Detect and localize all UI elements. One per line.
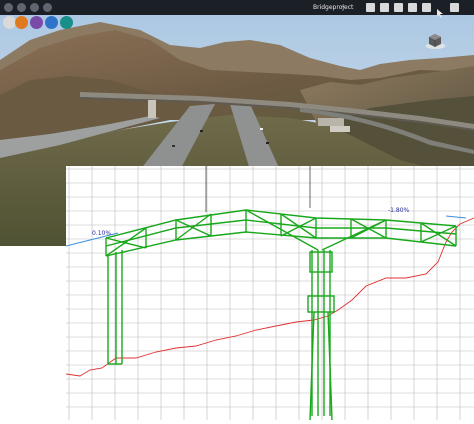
expand-icon[interactable] <box>450 3 459 12</box>
truss-structure <box>105 209 457 421</box>
layer-purple-button[interactable] <box>30 16 43 29</box>
right-slope-label: -1.80% <box>388 207 410 214</box>
layer-orange-button[interactable] <box>15 16 28 29</box>
layer-teal-button[interactable] <box>60 16 73 29</box>
view-cube-icon[interactable] <box>425 34 446 49</box>
pointer-icon[interactable] <box>436 3 445 18</box>
home-icon[interactable] <box>4 3 13 12</box>
profile-canvas: 0.10% -1.80% <box>65 166 474 421</box>
settings-icon[interactable] <box>30 3 39 12</box>
project-dropdown-icon[interactable]: ▾ <box>342 3 345 12</box>
profile-grid <box>66 166 474 420</box>
project-name[interactable]: Bridgeproject <box>313 3 353 12</box>
share-icon[interactable] <box>408 3 417 12</box>
app-toolbar: Bridgeproject ▾ <box>0 0 474 18</box>
info-icon[interactable] <box>422 3 431 12</box>
help-icon[interactable] <box>43 3 52 12</box>
list-icon[interactable] <box>366 3 375 12</box>
back-icon[interactable] <box>17 3 26 12</box>
left-slope-label: 0.10% <box>92 230 111 237</box>
bridge-profile-drawing[interactable]: 0.10% -1.80% <box>65 166 474 421</box>
grid-icon[interactable] <box>380 3 389 12</box>
document-icon[interactable] <box>394 3 403 12</box>
layer-blue-button[interactable] <box>45 16 58 29</box>
